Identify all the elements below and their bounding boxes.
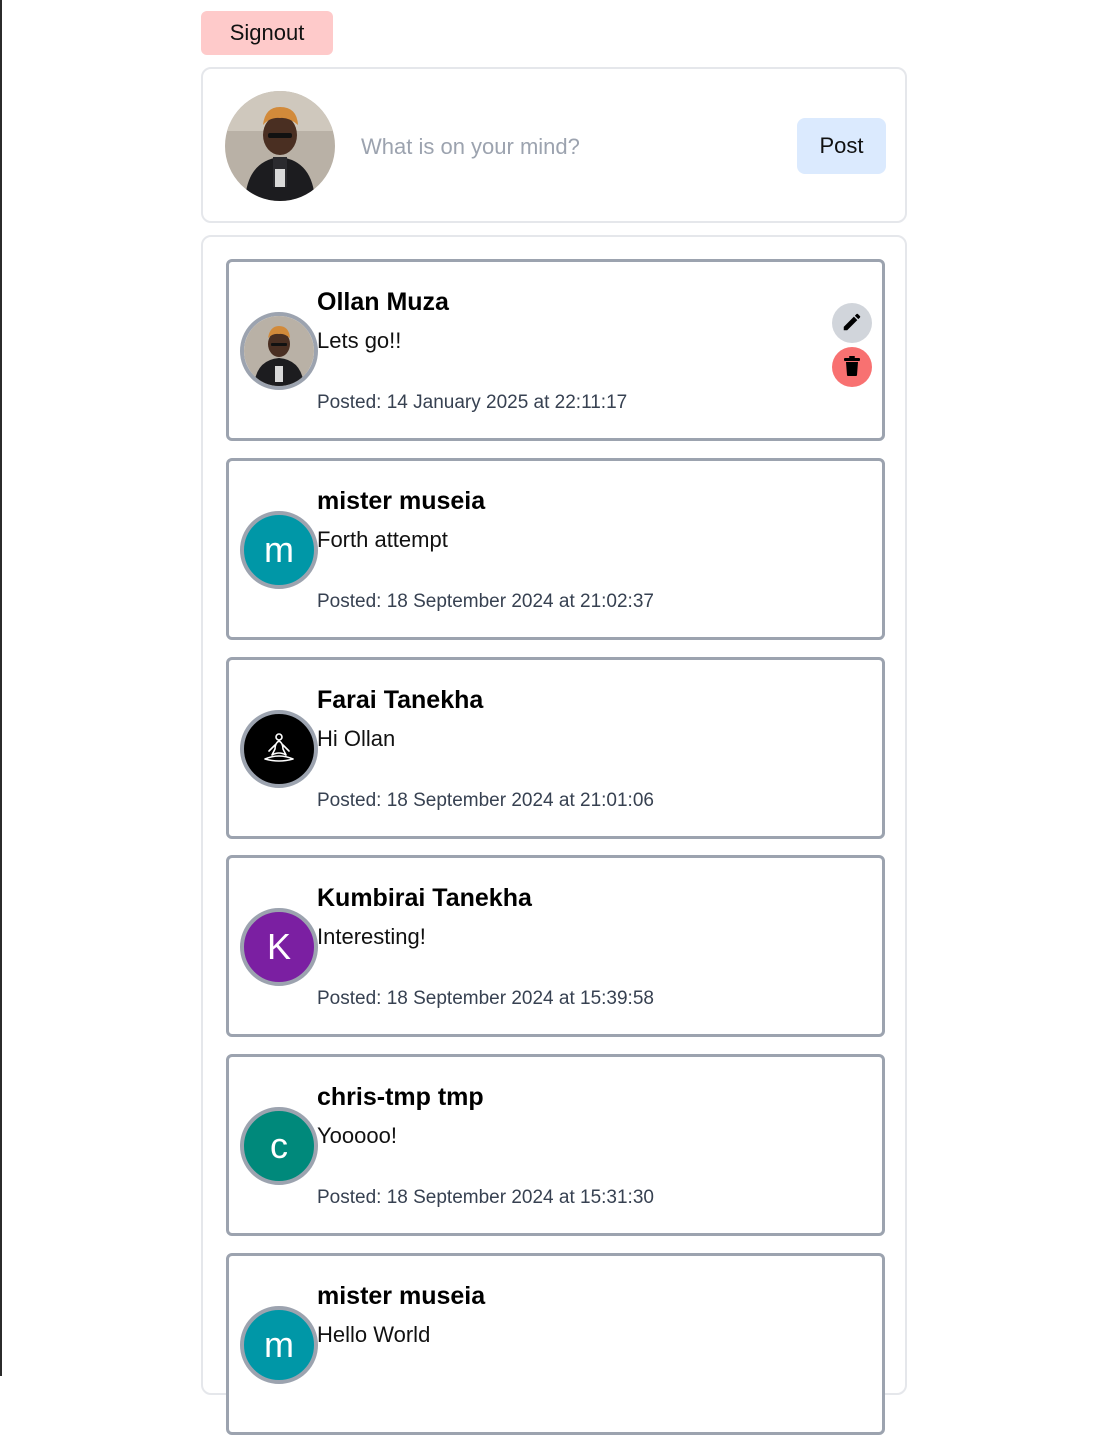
edit-post-button[interactable]: [832, 303, 872, 343]
post-card: m mister museia Hello World: [226, 1253, 885, 1435]
post-feed: Ollan Muza Lets go!! Posted: 14 January …: [201, 235, 907, 1435]
post-author: mister museia: [317, 487, 486, 515]
post-date: Posted: 18 September 2024 at 21:01:06: [317, 790, 654, 811]
post-card: Ollan Muza Lets go!! Posted: 14 January …: [226, 259, 885, 441]
signout-button[interactable]: Signout: [201, 11, 333, 55]
meditation-icon: [240, 710, 318, 788]
post-author: Kumbirai Tanekha: [317, 884, 532, 912]
letter-avatar: c: [240, 1107, 318, 1185]
left-border: [0, 0, 2, 1376]
post-date: Posted: 14 January 2025 at 22:11:17: [317, 392, 628, 413]
post-card: c chris-tmp tmp Yooooo! Posted: 18 Septe…: [226, 1054, 885, 1236]
post-author: chris-tmp tmp: [317, 1083, 484, 1111]
letter-avatar: m: [240, 511, 318, 589]
post-date: Posted: 18 September 2024 at 15:39:58: [317, 988, 654, 1009]
post-author: mister museia: [317, 1282, 486, 1310]
post-button[interactable]: Post: [797, 118, 886, 174]
post-body: Lets go!!: [317, 328, 402, 353]
post-body: Interesting!: [317, 924, 426, 949]
post-body: Hi Ollan: [317, 726, 396, 751]
letter-avatar: m: [240, 1306, 318, 1384]
post-card: K Kumbirai Tanekha Interesting! Posted: …: [226, 855, 885, 1037]
post-composer: Post: [201, 67, 907, 223]
post-input[interactable]: [361, 127, 761, 167]
trash-icon: [842, 355, 862, 380]
letter-avatar: K: [240, 908, 318, 986]
post-date: Posted: 18 September 2024 at 21:02:37: [317, 591, 654, 612]
pencil-icon: [841, 311, 863, 336]
post-author: Farai Tanekha: [317, 686, 484, 714]
post-card: m mister museia Forth attempt Posted: 18…: [226, 458, 885, 640]
user-photo-avatar: [225, 91, 335, 201]
post-body: Forth attempt: [317, 527, 448, 552]
user-photo-avatar: [240, 312, 318, 390]
post-card: Farai Tanekha Hi Ollan Posted: 18 Septem…: [226, 657, 885, 839]
post-body: Yooooo!: [317, 1123, 397, 1148]
delete-post-button[interactable]: [832, 347, 872, 387]
post-body: Hello World: [317, 1322, 431, 1347]
post-date: Posted: 18 September 2024 at 15:31:30: [317, 1187, 654, 1208]
post-author: Ollan Muza: [317, 288, 449, 316]
